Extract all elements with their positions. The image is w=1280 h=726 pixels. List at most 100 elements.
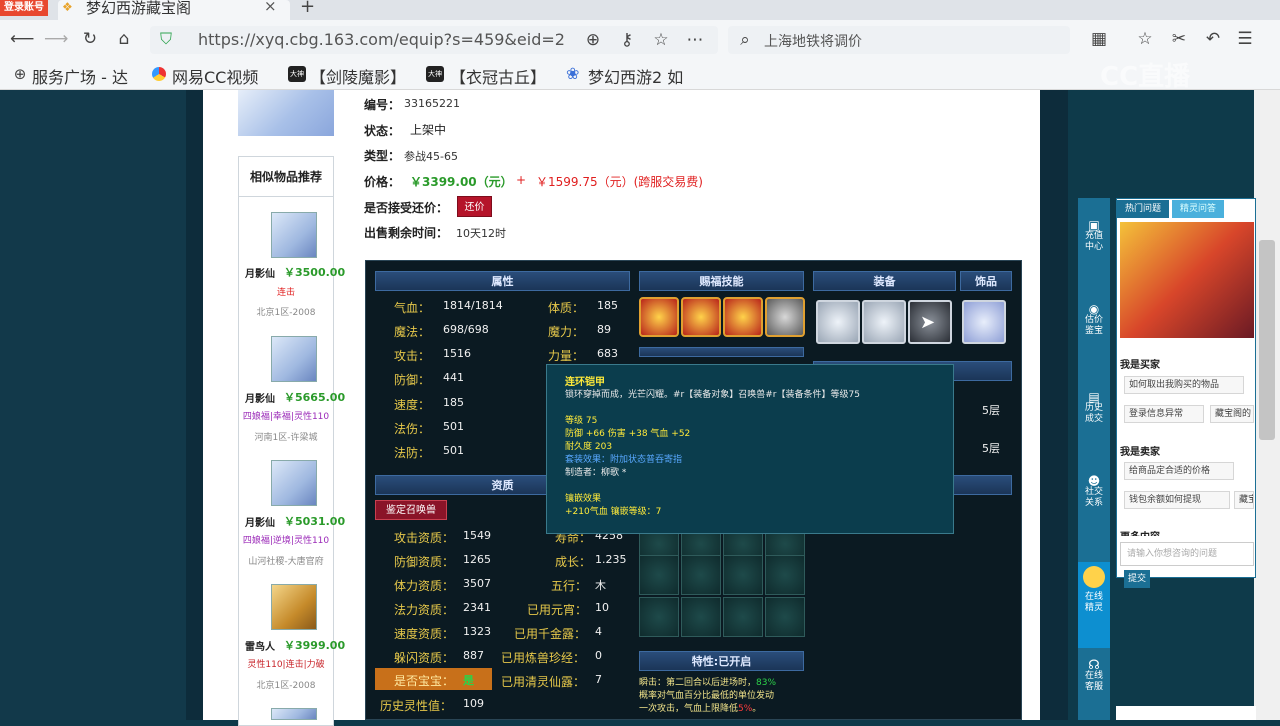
login-badge[interactable]: 登录账号 — [0, 0, 48, 16]
buyer-question[interactable]: 登录信息异常 — [1124, 405, 1204, 423]
help-banner[interactable] — [1120, 222, 1254, 338]
skill-icon[interactable] — [681, 297, 721, 337]
inventory-slot[interactable] — [639, 555, 679, 595]
similar-thumb[interactable] — [271, 212, 317, 258]
price-plus: + — [516, 173, 527, 187]
similar-price: ￥3999.00 — [284, 639, 346, 652]
search-text[interactable]: 上海地铁将调价 — [764, 31, 862, 51]
layer-count: 5层 — [982, 442, 1000, 455]
tab-title: 梦幻西游藏宝阁 — [86, 0, 192, 17]
inventory-slot[interactable] — [765, 597, 805, 637]
grid-icon[interactable]: ▦ — [1088, 28, 1110, 50]
globe-icon: ⊕ — [13, 65, 27, 83]
aptitude-label: 防御资质： — [394, 555, 455, 569]
scrollbar-thumb[interactable] — [1259, 240, 1275, 440]
forward-icon[interactable]: ⟶ — [44, 28, 68, 50]
new-tab-icon[interactable]: + — [300, 0, 315, 17]
aptitude2-label: 已用元宵： — [527, 603, 588, 617]
key-icon[interactable]: ⚷ — [616, 29, 638, 51]
undo-icon[interactable]: ↶ — [1202, 28, 1224, 50]
similar-name[interactable]: 雷鸟人 — [245, 638, 275, 653]
ornament-slot[interactable] — [962, 300, 1006, 344]
attr-value: 501 — [443, 420, 464, 433]
headset-icon: ☊ — [1088, 658, 1100, 673]
menu-icon[interactable]: ☰ — [1234, 28, 1256, 50]
attr-value: 698/698 — [443, 323, 489, 336]
special-line-1: 瞬击：第二回合以后进场时， — [639, 678, 757, 688]
bookmark-2[interactable]: 网易CC视频 — [172, 64, 268, 88]
address-bar[interactable]: ⛉ https://xyq.cbg.163.com/equip?s=459&ei… — [150, 26, 718, 54]
time-label: 出售剩余时间： — [364, 226, 449, 240]
zoom-icon[interactable]: ⊕ — [582, 29, 604, 51]
similar-name[interactable]: 月影仙 — [245, 265, 275, 280]
side-label: 成交 — [1084, 414, 1103, 424]
counter-label: 是否接受还价： — [364, 201, 449, 215]
equip-slot-necklace[interactable] — [816, 300, 860, 344]
similar-server: 河南1区-许梁城 — [254, 433, 318, 443]
similar-thumb[interactable] — [271, 708, 317, 720]
service-side-button[interactable]: ☊ 在线 客服 — [1078, 658, 1110, 693]
inventory-slot[interactable] — [723, 555, 763, 595]
bookmark-1[interactable]: 服务广场 - 达 — [32, 64, 136, 88]
appraise-button[interactable]: 鉴定召唤兽 — [375, 500, 447, 520]
ask-input[interactable]: 请输入你想咨询的问题 — [1120, 542, 1254, 566]
home-icon[interactable]: ⌂ — [113, 28, 135, 50]
recharge-button[interactable]: ▣ 充值 中心 — [1078, 219, 1110, 253]
favorites-icon[interactable]: ☆ — [1134, 28, 1156, 50]
tab-close-icon[interactable]: × — [264, 0, 277, 15]
skill-icon[interactable] — [639, 297, 679, 337]
submit-button[interactable]: 提交 — [1124, 570, 1150, 588]
appraise-side-button[interactable]: ◉ 估价 鉴宝 — [1078, 303, 1110, 337]
social-side-button[interactable]: ☻ 社交 关系 — [1078, 475, 1110, 509]
skill-icon[interactable] — [765, 297, 805, 337]
skill-icon[interactable] — [723, 297, 763, 337]
equip-slot-collar[interactable] — [862, 300, 906, 344]
side-label: 关系 — [1084, 498, 1103, 508]
attr2-value: 89 — [597, 323, 611, 336]
buyer-question[interactable]: 如何取出我购买的物品 — [1124, 376, 1244, 394]
special-header: 特性:已开启 — [639, 651, 804, 671]
seller-question[interactable]: 钱包余额如何提现 — [1124, 491, 1230, 509]
inventory-slot[interactable] — [639, 597, 679, 637]
inventory-slot[interactable] — [681, 555, 721, 595]
bookmark-3[interactable]: 【剑陵魔影】 — [310, 64, 406, 88]
counter-offer-button[interactable]: 还价 — [457, 196, 492, 217]
inventory-slot[interactable] — [765, 555, 805, 595]
url-text[interactable]: https://xyq.cbg.163.com/equip?s=459&eid=… — [198, 30, 568, 49]
attr-label: 魔法： — [394, 325, 431, 339]
reload-icon[interactable]: ↻ — [79, 28, 101, 50]
spirit-side-button[interactable]: 在线 精灵 — [1078, 562, 1110, 648]
more-icon[interactable]: ⋯ — [684, 29, 706, 51]
shield-icon: ⛉ — [160, 29, 173, 48]
aptitude-label: 躲闪资质： — [394, 651, 455, 665]
aptitude-label: 速度资质： — [394, 627, 455, 641]
aptitude2-value: 10 — [595, 601, 609, 614]
back-icon[interactable]: ⟵ — [10, 28, 34, 50]
seller-question[interactable]: 给商品定合适的价格 — [1124, 462, 1234, 480]
aptitude2-label: 已用清灵仙露： — [501, 675, 586, 689]
side-label: 在线 — [1084, 671, 1103, 681]
pet-portrait — [238, 90, 334, 136]
tab-hot-questions[interactable]: 热门问题 — [1117, 200, 1169, 218]
bookmark-5[interactable]: 梦幻西游2 如 — [588, 64, 690, 88]
bookmark-4[interactable]: 【衣冠古丘】 — [450, 64, 546, 88]
attr-label: 法伤： — [394, 422, 431, 436]
attr-value: 1814/1814 — [443, 299, 503, 312]
tab-cbg[interactable]: ❖ 梦幻西游藏宝阁 × — [58, 0, 290, 20]
tab-spirit-qa[interactable]: 精灵问答 — [1172, 200, 1224, 218]
similar-thumb[interactable] — [271, 336, 317, 382]
inventory-slot[interactable] — [681, 597, 721, 637]
history-side-button[interactable]: ▤ 历史 成交 — [1078, 391, 1110, 425]
similar-thumb[interactable] — [271, 460, 317, 506]
cut-icon[interactable]: ✂ — [1168, 28, 1190, 50]
similar-tags: 四娘福|逆境|灵性110 — [242, 536, 330, 546]
similar-name[interactable]: 月影仙 — [245, 514, 275, 529]
search-box[interactable]: ⌕ 上海地铁将调价 — [728, 26, 1070, 54]
star-icon[interactable]: ☆ — [650, 29, 672, 51]
inventory-slot[interactable] — [723, 597, 763, 637]
similar-thumb[interactable] — [271, 584, 317, 630]
tab-favicon: ❖ — [62, 0, 73, 14]
buyer-question[interactable]: 藏宝阁的 — [1210, 405, 1254, 423]
seller-question[interactable]: 藏宝 — [1234, 491, 1254, 509]
similar-name[interactable]: 月影仙 — [245, 390, 275, 405]
